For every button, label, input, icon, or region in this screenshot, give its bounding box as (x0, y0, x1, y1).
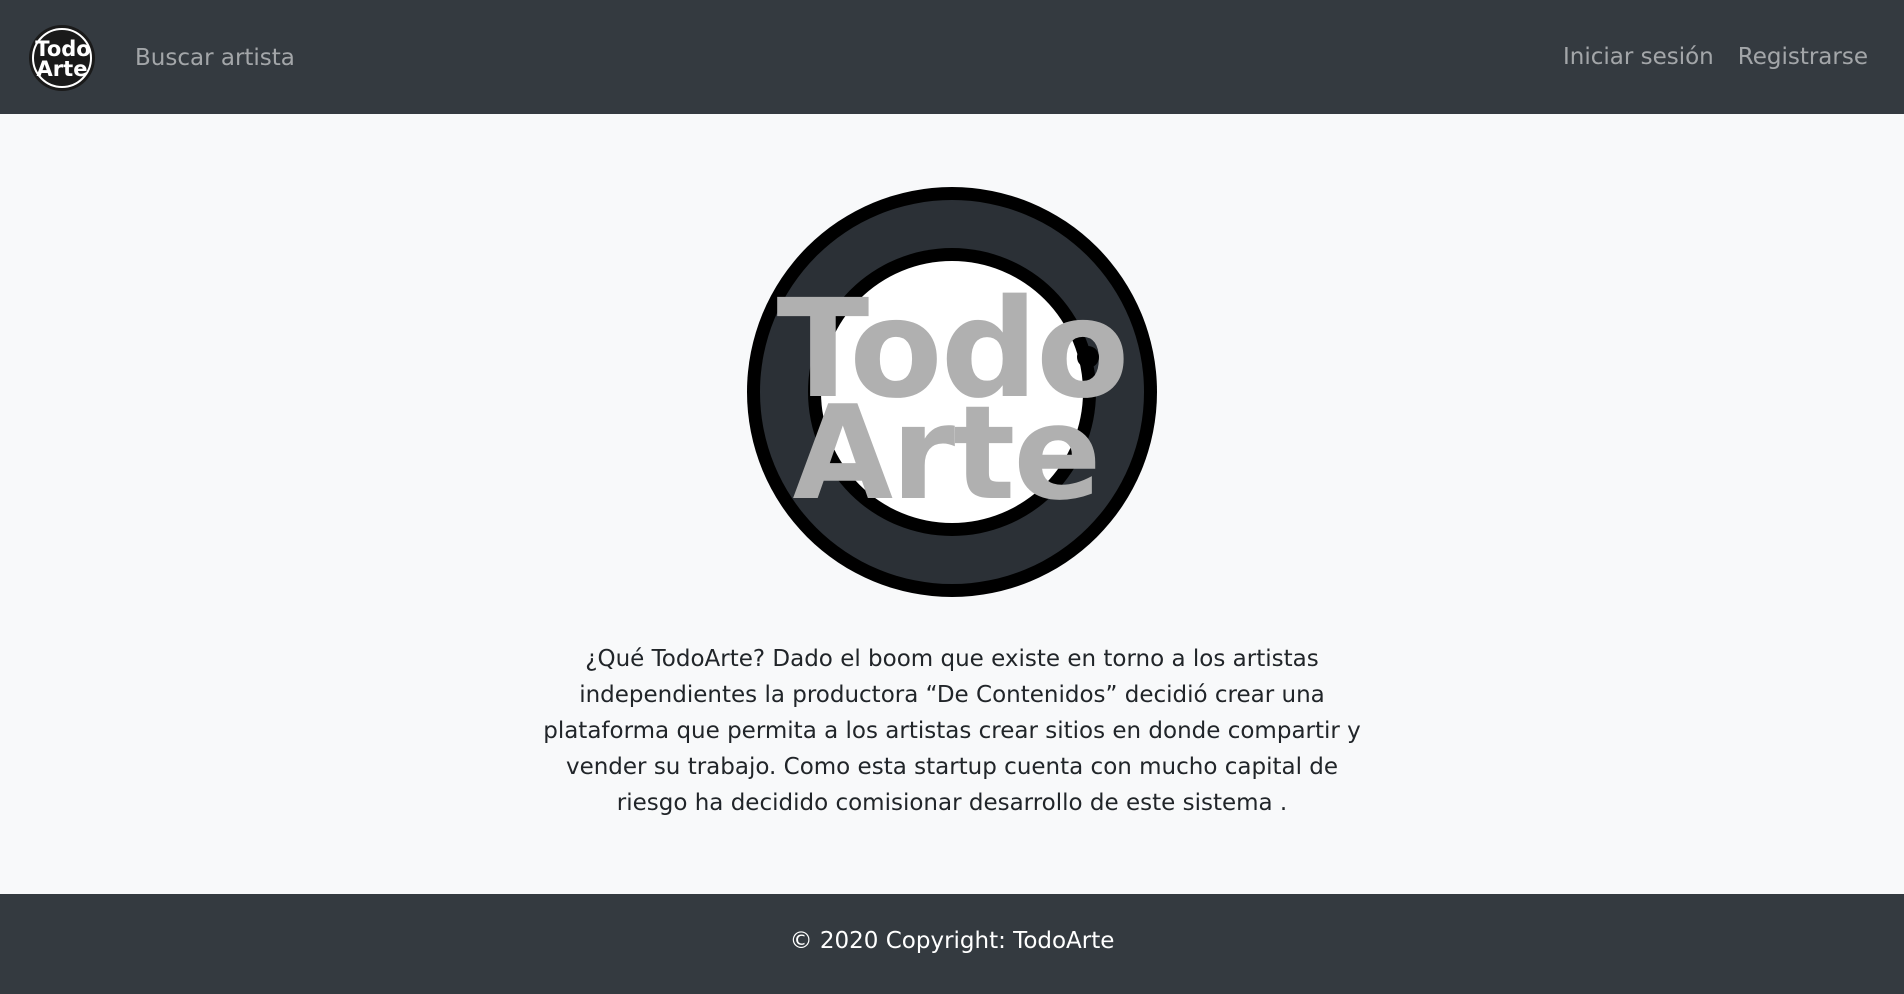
intro-paragraph: ¿Qué TodoArte? Dado el boom que existe e… (543, 646, 1361, 816)
nav-register-link[interactable]: Registrarse (1738, 44, 1868, 70)
nav-login-link[interactable]: Iniciar sesión (1563, 44, 1714, 70)
page: Todo Arte Buscar artista Iniciar sesión … (0, 0, 1904, 994)
brand-logo[interactable]: Todo Arte (28, 24, 96, 92)
footer-copyright: © 2020 Copyright: TodoArte (789, 928, 1115, 954)
main-content: Todo Arte ¿Qué TodoArte? Dado el boom qu… (0, 114, 1904, 894)
todoarte-logo-icon: Todo Arte (29, 25, 95, 91)
logo-line2: Arte (37, 57, 88, 81)
nav-auth-links: Iniciar sesión Registrarse (1563, 0, 1868, 114)
nav-buscar-artista-link[interactable]: Buscar artista (135, 0, 295, 114)
hero-logo: Todo Arte (746, 186, 1158, 598)
footer: © 2020 Copyright: TodoArte (0, 894, 1904, 994)
navbar: Todo Arte Buscar artista Iniciar sesión … (0, 0, 1904, 114)
todoarte-hero-logo-icon: Todo Arte (747, 187, 1157, 597)
hero-logo-line2: Arte (792, 377, 1099, 529)
